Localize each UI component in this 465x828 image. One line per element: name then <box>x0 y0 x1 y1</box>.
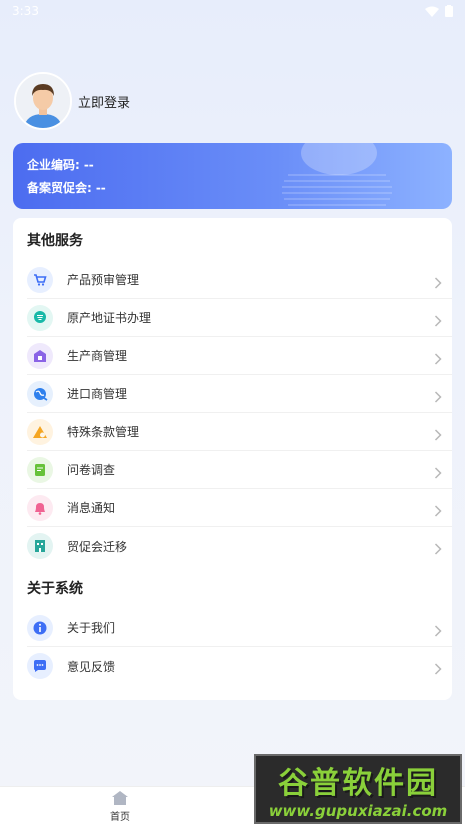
services-card: 其他服务 产品预审管理 原产地证书办理 生产商管理进口商管理特殊条款管理 问卷调查消息… <box>13 218 452 700</box>
chamber-label: 备案贸促会: <box>27 181 92 195</box>
company-code-label: 企业编码: <box>27 158 80 172</box>
list-item[interactable]: 消息通知 <box>27 489 452 527</box>
list-item[interactable]: 关于我们 <box>27 609 452 647</box>
list-item-label: 原产地证书办理 <box>67 311 152 325</box>
avatar[interactable] <box>14 72 72 130</box>
chevron-right-icon <box>434 622 442 641</box>
card-decoration <box>282 143 392 206</box>
avatar-person-icon <box>16 74 70 128</box>
system-list: 关于我们 意见反馈 <box>27 609 452 685</box>
chevron-right-icon <box>434 540 442 559</box>
chevron-right-icon <box>434 350 442 369</box>
chamber-value: -- <box>95 181 106 195</box>
list-item[interactable]: 意见反馈 <box>27 647 452 685</box>
chevron-right-icon <box>434 274 442 293</box>
list-item[interactable]: 特殊条款管理 <box>27 413 452 451</box>
chevron-right-icon <box>434 464 442 483</box>
info-icon <box>27 614 53 641</box>
certificate-icon <box>27 304 53 331</box>
nav-home[interactable]: 首页 <box>105 791 135 823</box>
profile-header[interactable]: 立即登录 <box>14 72 130 130</box>
list-item[interactable]: 进口商管理 <box>27 375 452 413</box>
chevron-right-icon <box>434 660 442 679</box>
watermark: 谷普软件园 www.gupuxiazai.com <box>254 754 462 824</box>
list-item[interactable]: 产品预审管理 <box>27 261 452 299</box>
building-icon <box>27 533 53 559</box>
battery-icon <box>445 5 453 17</box>
list-item-label: 问卷调查 <box>67 463 116 477</box>
nav-home-label: 首页 <box>110 812 130 823</box>
watermark-url: www.gupuxiazai.com <box>268 802 448 820</box>
globe-icon <box>27 380 53 407</box>
list-item-label: 消息通知 <box>67 501 116 515</box>
chevron-right-icon <box>434 502 442 521</box>
list-item-label: 关于我们 <box>67 621 116 635</box>
list-item-label: 意见反馈 <box>67 659 116 674</box>
status-time: 3:33 <box>12 4 39 18</box>
factory-icon <box>27 342 53 369</box>
list-item-label: 特殊条款管理 <box>67 425 140 439</box>
list-item-label: 产品预审管理 <box>67 273 140 287</box>
list-item[interactable]: 问卷调查 <box>27 451 452 489</box>
list-item[interactable]: 生产商管理 <box>27 337 452 375</box>
watermark-title: 谷普软件园 <box>278 766 438 801</box>
list-item-label: 进口商管理 <box>67 387 128 401</box>
company-info-card: 企业编码: -- 备案贸促会: -- <box>13 143 452 209</box>
login-link[interactable]: 立即登录 <box>78 92 130 111</box>
wifi-icon <box>425 6 439 17</box>
status-bar: 3:33 <box>0 0 465 22</box>
list-item-label: 生产商管理 <box>67 349 128 363</box>
cart-icon <box>27 266 53 293</box>
list-item-label: 贸促会迁移 <box>67 539 128 554</box>
survey-icon <box>27 456 53 483</box>
status-icons <box>425 5 453 17</box>
chevron-right-icon <box>434 388 442 407</box>
warning-icon <box>27 418 53 445</box>
bell-icon <box>27 494 53 521</box>
list-item[interactable]: 原产地证书办理 <box>27 299 452 337</box>
services-list: 产品预审管理 原产地证书办理 生产商管理进口商管理特殊条款管理 问卷调查消息通知贸促会… <box>27 261 452 565</box>
services-section-title: 其他服务 <box>27 233 83 249</box>
chevron-right-icon <box>434 312 442 331</box>
list-item[interactable]: 贸促会迁移 <box>27 527 452 565</box>
chevron-right-icon <box>434 426 442 445</box>
home-icon <box>112 791 128 805</box>
system-section-title: 关于系统 <box>27 581 83 597</box>
company-code-value: -- <box>83 158 94 172</box>
feedback-icon <box>27 653 53 679</box>
